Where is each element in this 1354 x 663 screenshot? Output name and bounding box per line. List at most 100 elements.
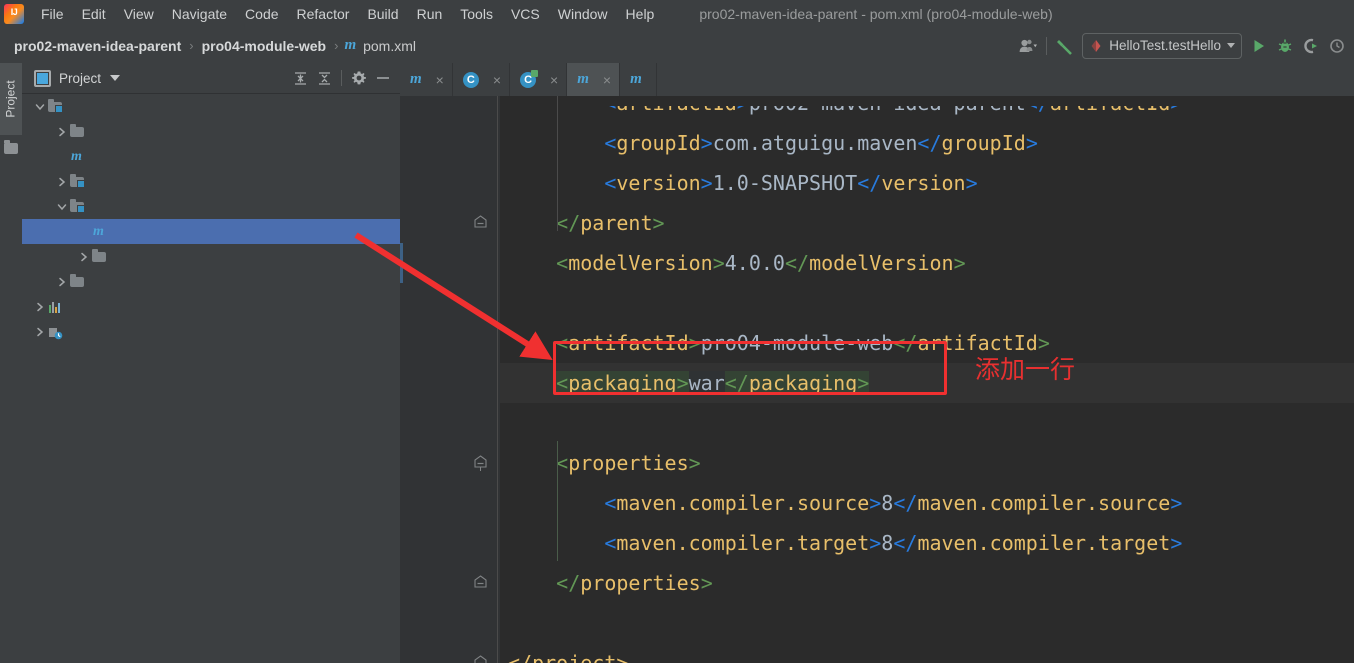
gutter-line-16[interactable] xyxy=(400,483,500,523)
menu-item-refactor[interactable]: Refactor xyxy=(288,3,359,25)
tree-node-pom-xml[interactable]: m xyxy=(22,144,400,169)
editor-tab-3[interactable]: m × xyxy=(567,63,621,96)
tree-node-pro04-module-web[interactable] xyxy=(22,194,400,219)
tree-expand-arrow[interactable] xyxy=(32,327,47,337)
tree-node-src[interactable] xyxy=(22,244,400,269)
code-line-14[interactable] xyxy=(500,403,1354,443)
close-icon[interactable]: × xyxy=(550,73,558,87)
debug-icon[interactable] xyxy=(1272,33,1298,59)
gutter-line-18[interactable] xyxy=(400,563,500,603)
code-editor[interactable]: <artifactId>pro02-maven-idea-parent</art… xyxy=(400,96,1354,663)
menu-item-window[interactable]: Window xyxy=(549,3,617,25)
close-icon[interactable]: × xyxy=(603,73,611,87)
expand-all-icon[interactable] xyxy=(289,67,311,89)
code-line-12[interactable]: <artifactId>pro04-module-web</artifactId… xyxy=(500,323,1354,363)
code-line-20[interactable]: </project> xyxy=(500,643,1354,663)
menu-item-build[interactable]: Build xyxy=(358,3,407,25)
breadcrumb-item-2[interactable]: m pom.xml xyxy=(344,37,418,54)
gutter-line-11[interactable] xyxy=(400,283,500,323)
menu-item-label: Tools xyxy=(460,6,493,22)
breadcrumb-item-1[interactable]: pro04-module-web xyxy=(200,38,328,54)
code-line-15[interactable]: <properties> xyxy=(500,443,1354,483)
run-configuration-selector[interactable]: HelloTest.testHello xyxy=(1082,32,1242,59)
chevron-down-icon[interactable] xyxy=(1227,43,1235,48)
gutter-line-14[interactable] xyxy=(400,403,500,443)
menu-item-tools[interactable]: Tools xyxy=(451,3,502,25)
menu-item-file[interactable]: File xyxy=(32,3,73,25)
tree-node-pro03-moduke-java[interactable] xyxy=(22,169,400,194)
editor-tab-4[interactable]: m xyxy=(620,63,657,96)
gutter-line-6[interactable] xyxy=(400,96,500,123)
build-hammer-icon[interactable] xyxy=(1052,33,1078,59)
code-line-18[interactable]: </properties> xyxy=(500,563,1354,603)
code-line-13[interactable]: <packaging>war</packaging> xyxy=(500,363,1354,403)
panel-divider xyxy=(341,70,342,86)
tree-node-pro02-maven-idea-parent[interactable] xyxy=(22,94,400,119)
menu-item-vcs[interactable]: VCS xyxy=(502,3,549,25)
gutter-line-15[interactable] xyxy=(400,443,500,483)
editor-gutter[interactable] xyxy=(400,96,500,663)
breadcrumb-item-0[interactable]: pro02-maven-idea-parent xyxy=(0,38,183,54)
tree-node-src[interactable] xyxy=(22,269,400,294)
fold-marker[interactable] xyxy=(466,655,494,663)
code-content[interactable]: <artifactId>pro02-maven-idea-parent</art… xyxy=(500,96,1354,663)
profiler-icon[interactable] xyxy=(1324,33,1350,59)
tree-node-external-libraries[interactable] xyxy=(22,294,400,319)
editor-tab-0[interactable]: m × xyxy=(400,63,453,96)
main-toolbar: HelloTest.testHello xyxy=(1015,28,1350,63)
run-icon[interactable] xyxy=(1246,33,1272,59)
gutter-line-17[interactable] xyxy=(400,523,500,563)
code-line-8[interactable]: <version>1.0-SNAPSHOT</version> xyxy=(500,163,1354,203)
tree-expand-arrow[interactable] xyxy=(54,177,69,187)
fold-marker[interactable] xyxy=(466,455,494,471)
close-icon[interactable]: × xyxy=(436,73,444,87)
folder-icon[interactable] xyxy=(4,140,18,154)
user-avatar-icon[interactable] xyxy=(1015,33,1041,59)
tool-window-button-project[interactable]: Project xyxy=(0,63,22,135)
code-line-11[interactable] xyxy=(500,283,1354,323)
menu-item-code[interactable]: Code xyxy=(236,3,287,25)
run-with-coverage-icon[interactable] xyxy=(1298,33,1324,59)
menu-item-run[interactable]: Run xyxy=(408,3,452,25)
maven-file-icon: m xyxy=(410,71,422,87)
gutter-line-9[interactable] xyxy=(400,203,500,243)
editor-tab-2[interactable]: C × xyxy=(510,63,568,96)
gutter-line-12[interactable] xyxy=(400,323,500,363)
tree-expand-arrow[interactable] xyxy=(54,202,69,212)
code-line-16[interactable]: <maven.compiler.source>8</maven.compiler… xyxy=(500,483,1354,523)
tree-expand-arrow[interactable] xyxy=(54,277,69,287)
code-line-17[interactable]: <maven.compiler.target>8</maven.compiler… xyxy=(500,523,1354,563)
tree-expand-arrow[interactable] xyxy=(32,302,47,312)
gutter-line-8[interactable] xyxy=(400,163,500,203)
tree-node--idea[interactable] xyxy=(22,119,400,144)
menu-item-edit[interactable]: Edit xyxy=(73,3,115,25)
chevron-down-icon[interactable] xyxy=(110,75,121,81)
module-folder-icon xyxy=(47,98,64,115)
fold-marker[interactable] xyxy=(466,575,494,591)
close-icon[interactable]: × xyxy=(493,73,501,87)
gutter-line-10[interactable] xyxy=(400,243,500,283)
code-line-19[interactable] xyxy=(500,603,1354,643)
hide-icon[interactable] xyxy=(372,67,394,89)
tree-expand-arrow[interactable] xyxy=(32,102,47,112)
tree-expand-arrow[interactable] xyxy=(54,127,69,137)
editor-tab-1[interactable]: C × xyxy=(453,63,511,96)
gutter-line-20[interactable] xyxy=(400,643,500,663)
code-line-9[interactable]: </parent> xyxy=(500,203,1354,243)
menu-item-view[interactable]: View xyxy=(115,3,163,25)
fold-marker[interactable] xyxy=(466,215,494,231)
collapse-all-icon[interactable] xyxy=(313,67,335,89)
menu-item-help[interactable]: Help xyxy=(617,3,664,25)
code-line-7[interactable]: <groupId>com.atguigu.maven</groupId> xyxy=(500,123,1354,163)
code-line-10[interactable]: <modelVersion>4.0.0</modelVersion> xyxy=(500,243,1354,283)
gutter-line-19[interactable] xyxy=(400,603,500,643)
window-title: pro02-maven-idea-parent - pom.xml (pro04… xyxy=(699,6,1053,22)
tree-node-pom-xml[interactable]: m xyxy=(22,219,400,244)
settings-gear-icon[interactable] xyxy=(348,67,370,89)
tree-expand-arrow[interactable] xyxy=(76,252,91,262)
menu-item-navigate[interactable]: Navigate xyxy=(163,3,236,25)
gutter-line-7[interactable] xyxy=(400,123,500,163)
tree-node-scratches-and-consoles[interactable] xyxy=(22,319,400,344)
vcs-change-marker[interactable] xyxy=(400,243,403,283)
gutter-line-13[interactable] xyxy=(400,363,500,403)
